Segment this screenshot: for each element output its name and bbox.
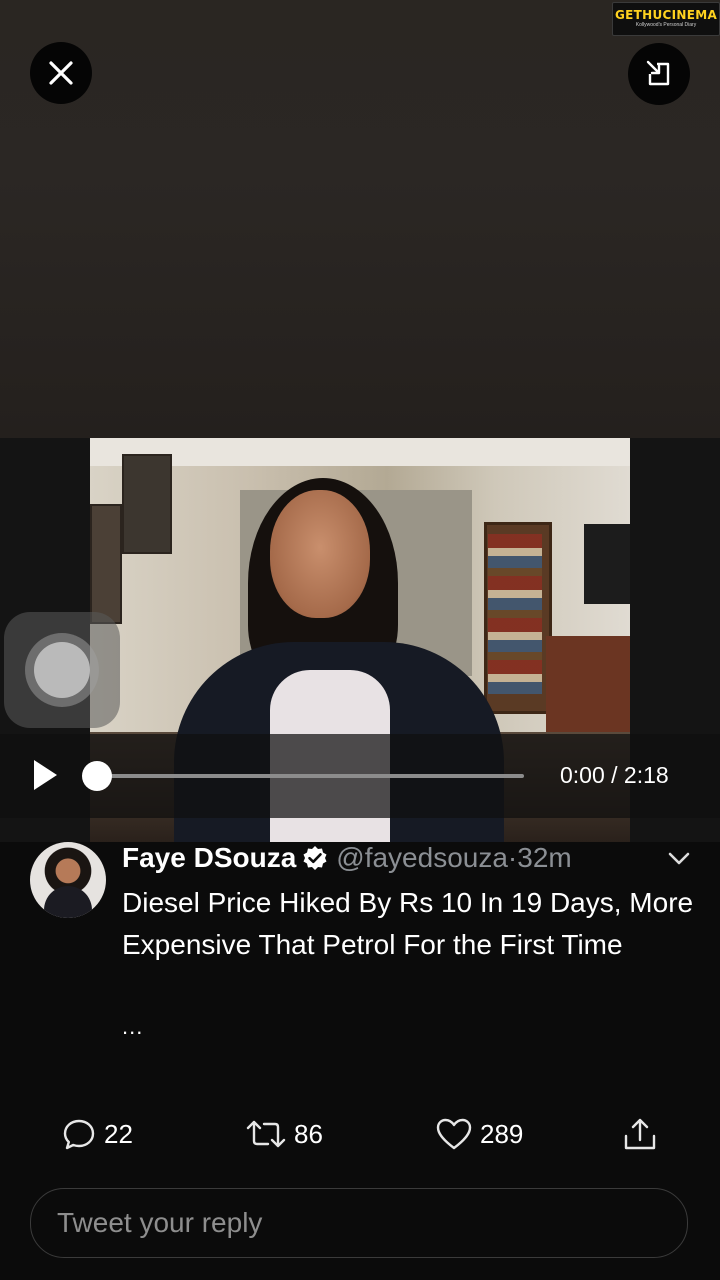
watermark-subtitle: Kollywood's Personal Diary: [635, 22, 697, 28]
show-more-ellipsis[interactable]: ...: [122, 1014, 143, 1040]
close-icon: [49, 61, 73, 85]
tweet-header: Faye DSouza @fayedsouza·32m: [122, 842, 572, 874]
watermark-logo: GETHUCINEMA Kollywood's Personal Diary: [612, 2, 720, 36]
assistive-touch-core: [34, 642, 90, 698]
play-icon[interactable]: [30, 758, 60, 792]
close-button[interactable]: [30, 42, 92, 104]
heart-icon: [436, 1118, 472, 1150]
reply-input[interactable]: [55, 1206, 659, 1240]
avatar-body: [44, 886, 92, 918]
like-count: 289: [480, 1118, 524, 1149]
like-button[interactable]: 289: [436, 1114, 523, 1154]
watermark-title: GETHUCINEMA: [614, 8, 718, 22]
share-button[interactable]: [622, 1114, 658, 1154]
minimize-icon: [646, 60, 670, 86]
minimize-button[interactable]: [628, 43, 690, 105]
wall-frame: [122, 454, 172, 554]
presenter-face: [270, 490, 370, 618]
progress-scrubber[interactable]: [82, 761, 112, 791]
reply-field[interactable]: [30, 1188, 688, 1258]
avatar[interactable]: [30, 842, 106, 918]
progress-track[interactable]: [96, 774, 524, 778]
author-handle-time[interactable]: @fayedsouza·32m: [336, 842, 571, 874]
tweet-text: Diesel Price Hiked By Rs 10 In 19 Days, …: [122, 887, 694, 960]
books: [488, 534, 542, 694]
video-top-letterbox: [0, 0, 720, 438]
cabinet: [546, 636, 630, 746]
verified-badge-icon: [303, 846, 327, 870]
video-controls: 0:00 / 2:18: [0, 734, 720, 818]
tweet-actions: 22 86 289: [0, 1114, 720, 1154]
chevron-down-icon[interactable]: [666, 846, 692, 872]
assistive-touch-button[interactable]: [4, 612, 120, 728]
wall-frame-left: [90, 504, 122, 624]
tweet[interactable]: Faye DSouza @fayedsouza·32m Diesel Price…: [0, 842, 720, 1280]
share-icon: [624, 1118, 656, 1150]
retweet-button[interactable]: 86: [246, 1114, 323, 1154]
time-display: 0:00 / 2:18: [560, 762, 669, 788]
reply-icon: [63, 1119, 95, 1150]
retweet-count: 86: [294, 1118, 323, 1149]
reply-button[interactable]: 22: [62, 1114, 133, 1154]
assistive-touch-ring: [25, 633, 99, 707]
reply-count: 22: [104, 1118, 133, 1149]
author-name[interactable]: Faye DSouza: [122, 842, 296, 874]
television: [584, 524, 630, 604]
retweet-icon: [246, 1120, 286, 1148]
